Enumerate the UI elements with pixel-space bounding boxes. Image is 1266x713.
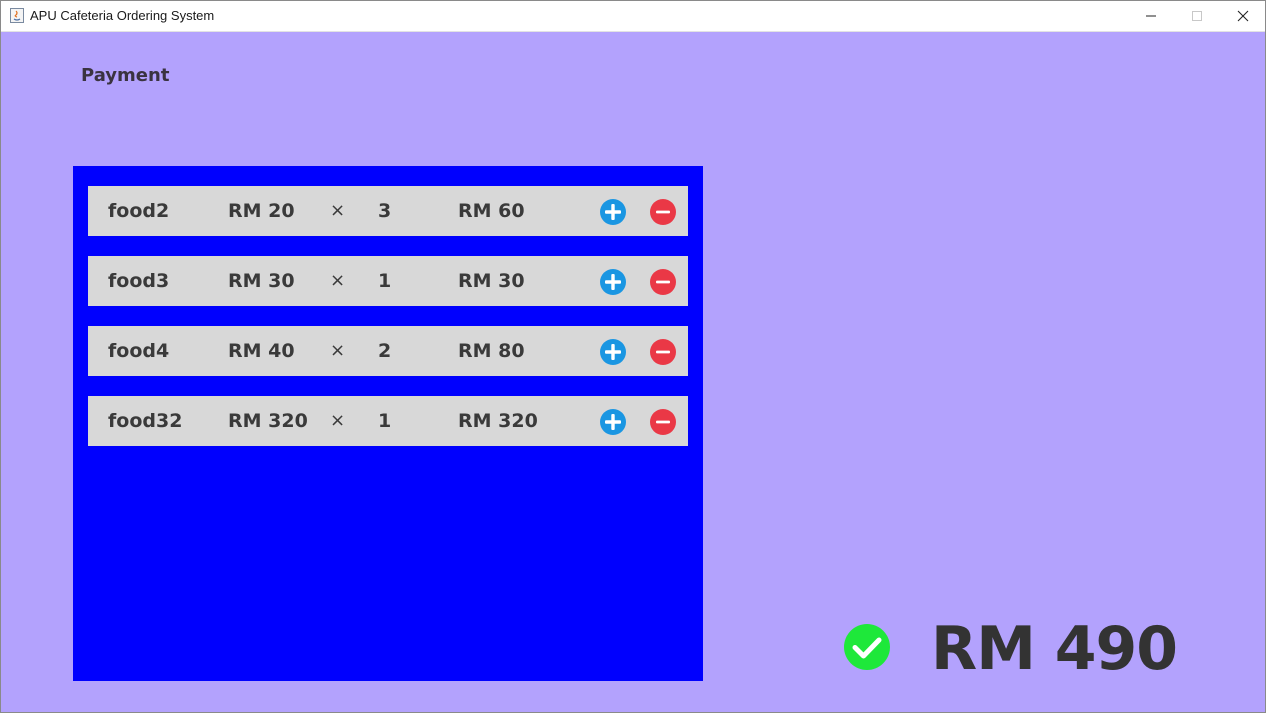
cart-item-row: food32 RM 320 × 1 RM 320 xyxy=(88,396,688,446)
title-bar[interactable]: APU Cafeteria Ordering System xyxy=(1,1,1265,32)
item-name: food32 xyxy=(108,410,183,432)
item-price: RM 20 xyxy=(228,200,295,222)
close-icon xyxy=(1237,10,1249,22)
multiply-sign: × xyxy=(330,340,346,361)
item-subtotal: RM 60 xyxy=(458,200,525,222)
cart-panel: food2 RM 20 × 3 RM 60 food3 RM 30 × 1 RM… xyxy=(73,166,703,681)
plus-circle-icon xyxy=(600,199,626,225)
cart-item-row: food4 RM 40 × 2 RM 80 xyxy=(88,326,688,376)
item-price: RM 30 xyxy=(228,270,295,292)
cart-item-row: food2 RM 20 × 3 RM 60 xyxy=(88,186,688,236)
increase-quantity-button[interactable] xyxy=(600,409,626,435)
check-circle-icon xyxy=(844,624,890,670)
item-name: food2 xyxy=(108,200,170,222)
page-title: Payment xyxy=(81,65,170,86)
decrease-quantity-button[interactable] xyxy=(650,339,676,365)
item-subtotal: RM 80 xyxy=(458,340,525,362)
item-quantity: 1 xyxy=(378,270,392,292)
increase-quantity-button[interactable] xyxy=(600,199,626,225)
item-quantity: 1 xyxy=(378,410,392,432)
multiply-sign: × xyxy=(330,270,346,291)
item-name: food4 xyxy=(108,340,170,362)
increase-quantity-button[interactable] xyxy=(600,269,626,295)
total-amount: RM 490 xyxy=(931,614,1178,684)
minimize-icon xyxy=(1146,15,1156,17)
item-subtotal: RM 30 xyxy=(458,270,525,292)
multiply-sign: × xyxy=(330,410,346,431)
decrease-quantity-button[interactable] xyxy=(650,269,676,295)
plus-circle-icon xyxy=(600,269,626,295)
increase-quantity-button[interactable] xyxy=(600,339,626,365)
maximize-icon xyxy=(1192,11,1202,21)
item-price: RM 40 xyxy=(228,340,295,362)
plus-circle-icon xyxy=(600,409,626,435)
cart-item-row: food3 RM 30 × 1 RM 30 xyxy=(88,256,688,306)
plus-circle-icon xyxy=(600,339,626,365)
decrease-quantity-button[interactable] xyxy=(650,409,676,435)
close-button[interactable] xyxy=(1220,1,1266,31)
minimize-button[interactable] xyxy=(1128,1,1174,31)
minus-circle-icon xyxy=(650,269,676,295)
item-quantity: 3 xyxy=(378,200,392,222)
minus-circle-icon xyxy=(650,339,676,365)
item-subtotal: RM 320 xyxy=(458,410,538,432)
decrease-quantity-button[interactable] xyxy=(650,199,676,225)
item-quantity: 2 xyxy=(378,340,392,362)
item-name: food3 xyxy=(108,270,170,292)
java-app-icon xyxy=(10,8,24,23)
minus-circle-icon xyxy=(650,199,676,225)
item-price: RM 320 xyxy=(228,410,308,432)
window-title: APU Cafeteria Ordering System xyxy=(30,8,215,23)
confirm-payment-button[interactable] xyxy=(844,624,890,670)
minus-circle-icon xyxy=(650,409,676,435)
multiply-sign: × xyxy=(330,200,346,221)
maximize-button[interactable] xyxy=(1174,1,1220,31)
app-window: APU Cafeteria Ordering System Payment fo… xyxy=(0,0,1266,713)
